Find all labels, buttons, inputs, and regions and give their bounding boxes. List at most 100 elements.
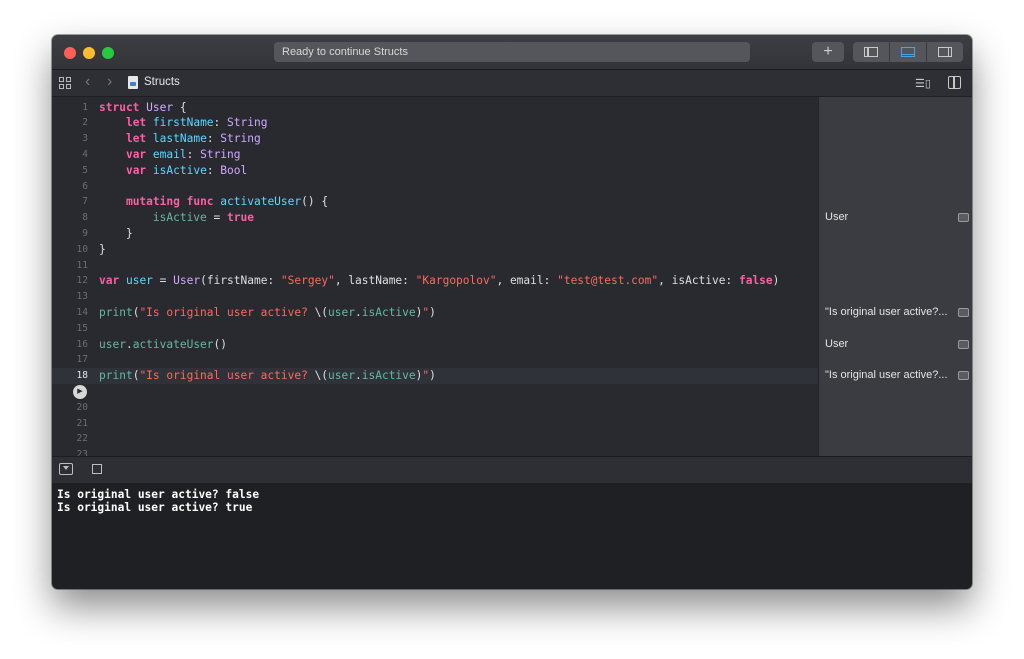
- results-sidebar: User "Is original user active?... User "Is …: [818, 97, 972, 456]
- line-number: 21: [76, 417, 88, 429]
- line-number: 3: [82, 133, 88, 145]
- result-item[interactable]: "Is original user active?...: [825, 305, 971, 321]
- line-number: 8: [82, 212, 88, 224]
- code-text[interactable]: var isActive: Bool: [99, 163, 247, 179]
- forward-arrow-icon[interactable]: ›: [107, 74, 112, 90]
- code-line[interactable]: 9 }: [52, 226, 818, 242]
- jump-bar: ‹ › Structs ☰▯: [52, 70, 972, 97]
- code-line[interactable]: 8 isActive = true: [52, 210, 818, 226]
- panel-bottom-icon: [901, 47, 915, 57]
- code-text[interactable]: var user = User(firstName: "Sergey", las…: [99, 273, 779, 289]
- code-line[interactable]: 17: [52, 352, 818, 368]
- debug-area-toggle-button[interactable]: [889, 42, 926, 62]
- code-line[interactable]: 13: [52, 289, 818, 305]
- result-item[interactable]: "Is original user active?...: [825, 368, 971, 384]
- code-text[interactable]: isActive = true: [99, 210, 254, 226]
- code-line[interactable]: 7 mutating func activateUser() {: [52, 194, 818, 210]
- code-line[interactable]: 3 let lastName: String: [52, 131, 818, 147]
- stop-icon[interactable]: [92, 464, 102, 474]
- code-line[interactable]: 6: [52, 179, 818, 195]
- result-item[interactable]: User: [825, 337, 971, 353]
- line-number: 7: [82, 196, 88, 208]
- xcode-playground-window: Ready to continue Structs + ‹ › Structs …: [52, 35, 972, 589]
- show-result-icon[interactable]: [958, 307, 969, 317]
- code-line[interactable]: 4 var email: String: [52, 147, 818, 163]
- sidebar-right-icon: [938, 47, 952, 57]
- result-text: "Is original user active?...: [825, 369, 948, 382]
- code-text[interactable]: let lastName: String: [99, 131, 261, 147]
- line-number: 2: [82, 117, 88, 129]
- code-line[interactable]: 18 print("Is original user active? \(user…: [52, 368, 818, 384]
- code-line[interactable]: 14 print("Is original user active? \(user…: [52, 305, 818, 321]
- code-editor[interactable]: 1 struct User {2 let firstName: String 3 l…: [52, 97, 818, 456]
- line-number: 15: [76, 322, 88, 334]
- code-line[interactable]: 23: [52, 447, 818, 456]
- code-text[interactable]: mutating func activateUser() {: [99, 194, 328, 210]
- add-library-button[interactable]: +: [812, 42, 844, 62]
- console-line: Is original user active? true: [57, 501, 253, 514]
- hide-debug-area-icon[interactable]: [59, 463, 73, 475]
- code-line[interactable]: 21: [52, 416, 818, 432]
- result-text: User: [825, 337, 849, 350]
- line-number: 11: [76, 259, 88, 271]
- code-text[interactable]: }: [99, 242, 106, 258]
- code-line[interactable]: 5 var isActive: Bool: [52, 163, 818, 179]
- sidebar-left-icon: [864, 47, 878, 57]
- result-text: "Is original user active?...: [825, 305, 948, 318]
- line-number: 6: [82, 180, 88, 192]
- code-line[interactable]: 16 user.activateUser(): [52, 337, 818, 353]
- result-text: User: [825, 211, 849, 224]
- code-text[interactable]: let firstName: String: [99, 115, 268, 131]
- line-number: 10: [76, 243, 88, 255]
- code-text[interactable]: struct User {: [99, 100, 187, 116]
- code-line[interactable]: 2 let firstName: String: [52, 115, 818, 131]
- debug-bar: [52, 456, 972, 484]
- editor-options-icon[interactable]: ☰▯: [915, 77, 931, 90]
- zoom-window-button[interactable]: [102, 47, 114, 59]
- show-result-icon[interactable]: [958, 339, 969, 349]
- line-number: 22: [76, 433, 88, 445]
- line-number: 4: [82, 148, 88, 160]
- line-number: 14: [76, 306, 88, 318]
- show-result-icon[interactable]: [958, 213, 969, 223]
- console-line: Is original user active? false: [57, 488, 260, 501]
- line-number: 12: [76, 275, 88, 287]
- console-output: Is original user active? false Is origina…: [52, 483, 972, 589]
- code-line[interactable]: 12 var user = User(firstName: "Sergey", l…: [52, 273, 818, 289]
- line-number: 16: [76, 338, 88, 350]
- navigator-toggle-button[interactable]: [853, 42, 889, 62]
- minimize-window-button[interactable]: [83, 47, 95, 59]
- breadcrumb-file-name[interactable]: Structs: [144, 76, 180, 88]
- execute-playground-icon[interactable]: ▶: [73, 384, 87, 399]
- close-window-button[interactable]: [64, 47, 76, 59]
- inspector-toggle-button[interactable]: [926, 42, 963, 62]
- code-text[interactable]: print("Is original user active? \(user.i…: [99, 305, 436, 321]
- back-arrow-icon[interactable]: ‹: [85, 74, 90, 90]
- add-editor-icon[interactable]: [948, 76, 961, 89]
- show-result-icon[interactable]: [958, 371, 969, 381]
- code-line[interactable]: 10}: [52, 242, 818, 258]
- code-line[interactable]: 11: [52, 258, 818, 274]
- code-text[interactable]: }: [99, 226, 133, 242]
- panel-toggles: [853, 42, 963, 62]
- code-text[interactable]: print("Is original user active? \(user.i…: [99, 368, 436, 384]
- code-text[interactable]: user.activateUser(): [99, 337, 227, 353]
- line-number: 17: [76, 354, 88, 366]
- line-number: 5: [82, 164, 88, 176]
- code-line[interactable]: 15: [52, 321, 818, 337]
- activity-status: Ready to continue Structs: [274, 42, 750, 62]
- swift-file-icon: [128, 76, 138, 89]
- code-line[interactable]: ▶: [52, 384, 818, 400]
- line-number: 20: [76, 401, 88, 413]
- code-text[interactable]: var email: String: [99, 147, 241, 163]
- result-item[interactable]: User: [825, 210, 971, 226]
- line-number: 13: [76, 291, 88, 303]
- line-number: 9: [82, 227, 88, 239]
- code-line[interactable]: 1 struct User {: [52, 100, 818, 116]
- line-number: 18: [76, 370, 88, 382]
- line-number: 23: [76, 449, 88, 456]
- line-number: 1: [82, 101, 88, 113]
- code-line[interactable]: 20: [52, 400, 818, 416]
- code-line[interactable]: 22: [52, 431, 818, 447]
- grid-icon[interactable]: [59, 77, 71, 89]
